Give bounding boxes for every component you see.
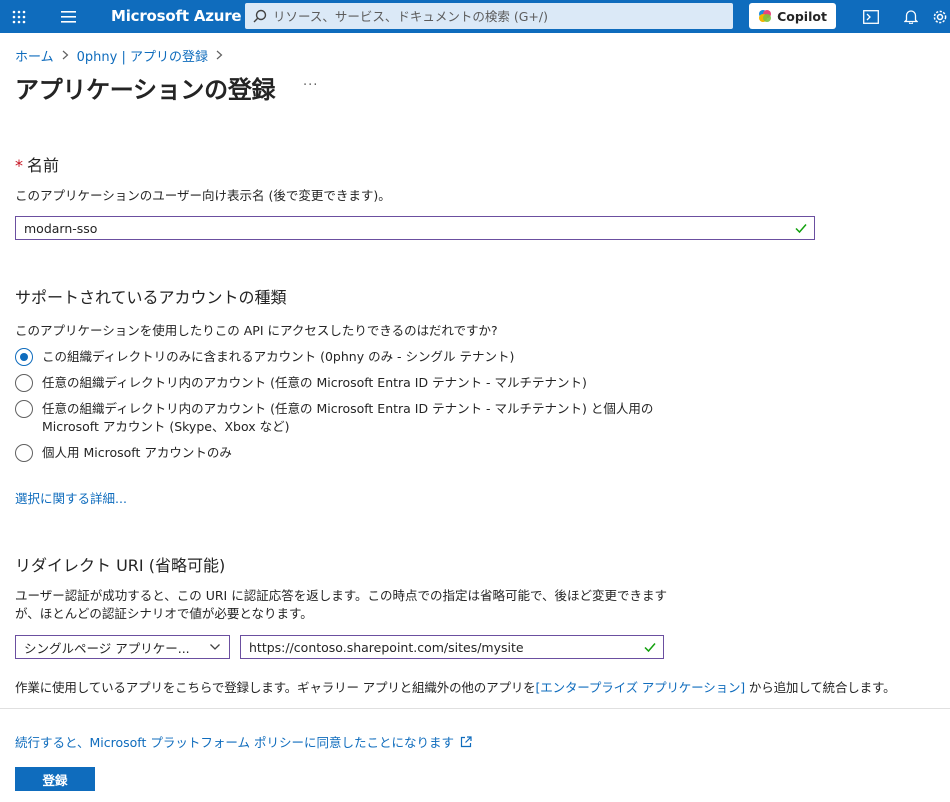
copilot-label: Copilot — [777, 8, 827, 24]
top-bar: Microsoft Azure Copilot — [0, 0, 950, 33]
platform-policy-link[interactable]: 続行すると、Microsoft プラットフォーム ポリシーに同意したことになりま… — [15, 732, 472, 751]
radio-label: 個人用 Microsoft アカウントのみ — [42, 445, 232, 460]
radio-label: 任意の組織ディレクトリ内のアカウント (任意の Microsoft Entra … — [42, 400, 653, 436]
radio-button-selected[interactable] — [15, 348, 33, 366]
notifications-bell-icon[interactable] — [893, 0, 929, 33]
chevron-right-icon — [62, 49, 69, 63]
breadcrumb: ホーム 0phny | アプリの登録 — [15, 46, 231, 65]
settings-gear-icon[interactable] — [932, 0, 950, 33]
register-button[interactable]: 登録 — [15, 767, 95, 791]
gallery-note-prefix: 作業に使用しているアプリをこちらで登録します。ギャラリー アプリと組織外の他のア… — [15, 680, 536, 695]
redirect-uri-heading: リダイレクト URI (省略可能) — [15, 556, 226, 575]
radio-personal-only[interactable]: 個人用 Microsoft アカウントのみ — [15, 444, 232, 462]
platform-select-value: シングルページ アプリケー... — [24, 640, 190, 656]
brand-title[interactable]: Microsoft Azure — [111, 0, 242, 33]
account-types-heading: サポートされているアカウントの種類 — [15, 288, 287, 307]
checkmark-icon — [644, 643, 656, 653]
radio-label-line1: 任意の組織ディレクトリ内のアカウント (任意の Microsoft Entra … — [42, 401, 654, 416]
name-field[interactable] — [15, 216, 815, 240]
redirect-uri-field[interactable] — [240, 635, 664, 659]
gallery-note-suffix: から追加して統合します。 — [745, 680, 896, 695]
search-icon — [253, 9, 267, 23]
name-input[interactable] — [16, 220, 788, 236]
more-options-button[interactable]: ··· — [303, 78, 318, 93]
external-link-icon — [460, 735, 472, 747]
app-launcher-icon[interactable] — [1, 0, 37, 33]
radio-single-tenant[interactable]: この組織ディレクトリのみに含まれるアカウント (0phny のみ - シングル … — [15, 348, 514, 366]
name-heading: * 名前 — [15, 152, 59, 176]
copilot-button[interactable]: Copilot — [749, 3, 836, 29]
required-mark: * — [15, 156, 23, 175]
selection-details-link[interactable]: 選択に関する詳細... — [15, 488, 127, 507]
breadcrumb-app-registrations[interactable]: 0phny | アプリの登録 — [77, 46, 208, 65]
global-search[interactable] — [245, 3, 733, 29]
redirect-uri-input[interactable] — [241, 639, 637, 655]
footer-divider — [0, 708, 950, 709]
radio-label-line2: Microsoft アカウント (Skype、Xbox など) — [42, 419, 290, 434]
checkmark-icon — [795, 224, 807, 234]
radio-button[interactable] — [15, 444, 33, 462]
chevron-down-icon — [210, 644, 220, 650]
name-description: このアプリケーションのユーザー向け表示名 (後で変更できます)。 — [15, 188, 391, 203]
enterprise-apps-link[interactable]: [エンタープライズ アプリケーション] — [536, 680, 746, 695]
account-types-question: このアプリケーションを使用したりこの API にアクセスしたりできるのはだれです… — [15, 323, 498, 338]
radio-button[interactable] — [15, 374, 33, 392]
redirect-description-line2: が、ほとんどの認証シナリオで値が必要となります。 — [15, 606, 313, 621]
name-heading-text: 名前 — [27, 156, 60, 175]
redirect-description-line1: ユーザー認証が成功すると、この URI に認証応答を返します。この時点での指定は… — [15, 588, 667, 603]
page-title: アプリケーションの登録 — [15, 76, 276, 104]
gallery-note: 作業に使用しているアプリをこちらで登録します。ギャラリー アプリと組織外の他のア… — [15, 677, 896, 696]
chevron-right-icon — [216, 49, 223, 63]
cloud-shell-icon[interactable] — [853, 0, 889, 33]
radio-multi-tenant-personal[interactable]: 任意の組織ディレクトリ内のアカウント (任意の Microsoft Entra … — [15, 400, 653, 436]
search-input[interactable] — [273, 8, 713, 24]
radio-label: この組織ディレクトリのみに含まれるアカウント (0phny のみ - シングル … — [42, 349, 515, 364]
copilot-icon — [759, 10, 772, 22]
platform-select[interactable]: シングルページ アプリケー... — [15, 635, 230, 659]
radio-label: 任意の組織ディレクトリ内のアカウント (任意の Microsoft Entra … — [42, 375, 587, 390]
hamburger-menu-icon[interactable] — [50, 0, 86, 33]
radio-multi-tenant[interactable]: 任意の組織ディレクトリ内のアカウント (任意の Microsoft Entra … — [15, 374, 587, 392]
radio-button[interactable] — [15, 400, 33, 418]
platform-policy-link-text: 続行すると、Microsoft プラットフォーム ポリシーに同意したことになりま… — [15, 735, 454, 750]
breadcrumb-home[interactable]: ホーム — [15, 46, 54, 65]
